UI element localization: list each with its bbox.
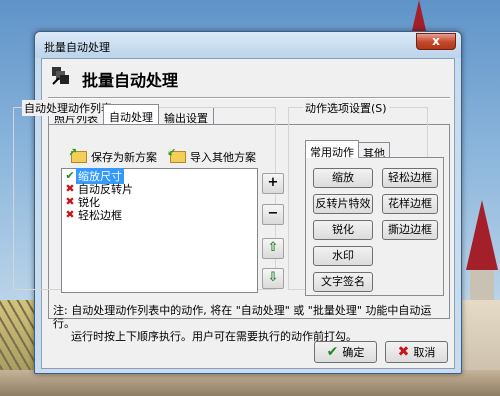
arrow-up-icon: ⇧: [267, 240, 279, 255]
castle-roof: [466, 200, 498, 270]
close-button[interactable]: x: [416, 33, 456, 50]
move-up-button[interactable]: ⇧: [262, 238, 284, 259]
help-note: 注: 自动处理动作列表中的动作, 将在 "自动处理" 或 "批量处理" 功能中自…: [53, 304, 443, 343]
reverse-film-button[interactable]: 反转片特效: [313, 194, 373, 214]
cancel-button[interactable]: ✖ 取消: [385, 341, 448, 363]
list-item-label: 轻松边框: [78, 208, 122, 222]
batch-process-icon: [52, 67, 69, 85]
move-down-button[interactable]: ⇩: [262, 268, 284, 289]
easy-border-button[interactable]: 轻松边框: [382, 168, 438, 188]
import-scheme-button[interactable]: ↙ 导入其他方案: [167, 146, 256, 165]
torn-edge-border-button[interactable]: 撕边边框: [382, 220, 438, 240]
resize-action-button[interactable]: 缩放: [313, 168, 373, 188]
cancel-label: 取消: [413, 346, 436, 359]
ok-label: 确定: [342, 346, 365, 359]
close-icon: ✖: [397, 344, 410, 360]
save-as-new-scheme-label: 保存为新方案: [91, 151, 157, 164]
check-icon: ✔: [326, 344, 339, 360]
note-line-2: 运行时按上下顺序执行。用户可在需要执行的动作前打勾。: [71, 330, 357, 343]
window-title: 批量自动处理: [44, 41, 110, 54]
minus-icon: −: [267, 206, 279, 221]
cross-icon[interactable]: ✖: [64, 182, 76, 195]
note-line-1: 注: 自动处理动作列表中的动作, 将在 "自动处理" 或 "批量处理" 功能中自…: [53, 304, 432, 330]
fancy-border-button[interactable]: 花样边框: [382, 194, 438, 214]
action-list[interactable]: ✔ 缩放尺寸 ✖ 自动反转片 ✖ 锐化 ✖ 轻松边框: [61, 167, 258, 293]
arrow-down-icon: ⇩: [267, 270, 279, 285]
folder-save-icon: ↗: [68, 146, 87, 163]
watermark-button[interactable]: 水印: [313, 246, 373, 266]
save-as-new-scheme-button[interactable]: ↗ 保存为新方案: [68, 146, 157, 165]
folder-import-icon: ↙: [167, 146, 186, 163]
cross-icon[interactable]: ✖: [64, 195, 76, 208]
cross-icon[interactable]: ✖: [64, 208, 76, 221]
ok-button[interactable]: ✔ 确定: [314, 341, 377, 363]
action-list-group-label: 自动处理动作列表: [22, 100, 114, 116]
page-title: 批量自动处理: [82, 71, 179, 90]
tab-other[interactable]: 其他: [358, 142, 390, 160]
title-bar[interactable]: 批量自动处理 x: [35, 32, 461, 58]
sharpen-button[interactable]: 锐化: [313, 220, 373, 240]
import-scheme-label: 导入其他方案: [190, 151, 256, 164]
header-divider: [48, 97, 450, 99]
add-action-button[interactable]: +: [262, 173, 284, 194]
tab-auto-process[interactable]: 自动处理: [103, 104, 159, 124]
check-icon[interactable]: ✔: [64, 169, 76, 182]
action-options-group-label: 动作选项设置(S): [303, 100, 389, 116]
plus-icon: +: [267, 175, 279, 190]
text-signature-button[interactable]: 文字签名: [313, 272, 373, 292]
remove-action-button[interactable]: −: [262, 204, 284, 225]
option-tabs: 常用动作 其他: [305, 140, 390, 160]
tab-common-actions[interactable]: 常用动作: [305, 140, 359, 159]
list-item[interactable]: ✖ 轻松边框: [64, 208, 257, 222]
